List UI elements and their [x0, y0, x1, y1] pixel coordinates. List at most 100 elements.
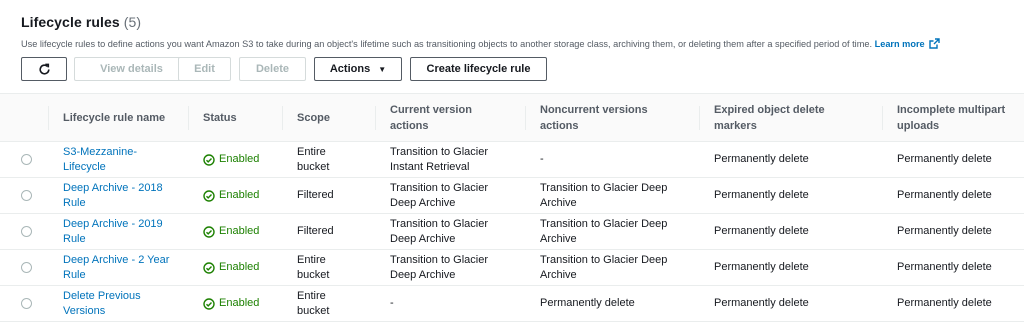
column-header-line: actions — [540, 120, 579, 132]
lifecycle-rules-header: Lifecycle rules (5) Use lifecycle rules … — [21, 14, 1011, 49]
status-text: Enabled — [219, 297, 260, 309]
rule-name-line: Deep Archive - 2 Year — [63, 253, 170, 266]
current-actions-line: Transition to Glacier — [390, 181, 489, 194]
incomplete-uploads-cell: Permanently delete — [897, 189, 992, 201]
rule-name-line: Rule — [63, 268, 86, 281]
refresh-icon — [38, 63, 50, 75]
status-text: Enabled — [219, 261, 260, 273]
row-select-radio[interactable] — [21, 190, 32, 201]
refresh-button[interactable] — [21, 57, 67, 81]
current-actions-line: Transition to Glacier — [390, 145, 489, 158]
rule-name-line: Deep Archive - 2019 — [63, 217, 163, 230]
check-circle-icon — [203, 189, 215, 202]
learn-more-link[interactable]: Learn more — [874, 38, 940, 49]
scope-cell: Entire bucket — [282, 286, 375, 321]
table-row[interactable]: S3-Mezzanine- Lifecycle Enabled Entire buc… — [0, 142, 1024, 178]
table-row[interactable]: Deep Archive - 2018 Rule Enabled Filtered… — [0, 178, 1024, 214]
scope-line: Filtered — [297, 189, 334, 201]
scope-line: Filtered — [297, 225, 334, 237]
noncurrent-actions-cell: Transition to Glacier Deep Archive — [525, 214, 699, 249]
row-select-radio[interactable] — [21, 226, 32, 237]
scope-line: bucket — [297, 160, 330, 173]
column-header-noncurrent-versions-actions[interactable]: Noncurrent versions actions — [525, 94, 699, 142]
noncurrent-actions-line: Transition to Glacier Deep — [540, 217, 668, 230]
column-header-line: Expired object delete — [714, 104, 825, 116]
column-header-line: actions — [390, 120, 429, 132]
scope-line: bucket — [297, 268, 330, 281]
scope-cell: Entire bucket — [282, 142, 375, 177]
table-row[interactable]: Delete Previous Versions Enabled Entire bu… — [0, 286, 1024, 322]
view-details-button[interactable]: View details — [74, 57, 189, 81]
row-select-radio[interactable] — [21, 154, 32, 165]
rule-name-line: Delete Previous — [63, 289, 141, 302]
actions-label: Actions — [329, 63, 371, 75]
current-actions-line: Transition to Glacier — [390, 253, 489, 266]
row-select-radio[interactable] — [21, 298, 32, 309]
column-header-line: Current version — [390, 104, 472, 116]
description-text: Use lifecycle rules to define actions yo… — [21, 39, 873, 49]
noncurrent-actions-line: Archive — [540, 196, 577, 209]
rule-name-line: Versions — [63, 304, 106, 317]
status-cell: Enabled — [188, 250, 282, 285]
rule-name-link[interactable]: S3-Mezzanine- Lifecycle — [48, 142, 188, 177]
scope-line: bucket — [297, 304, 330, 317]
scope-line: Entire — [297, 145, 326, 158]
page-title: Lifecycle rules (5) — [21, 14, 1011, 30]
incomplete-uploads-cell: Permanently delete — [897, 225, 992, 237]
check-circle-icon — [203, 225, 215, 238]
noncurrent-actions-line: Archive — [540, 232, 577, 245]
status-cell: Enabled — [188, 214, 282, 249]
rule-count: (5) — [123, 14, 142, 30]
noncurrent-actions-line: - — [540, 153, 544, 165]
rule-name-link[interactable]: Deep Archive - 2018 Rule — [48, 178, 188, 213]
incomplete-uploads-cell: Permanently delete — [897, 153, 992, 165]
current-actions-line: Transition to Glacier — [390, 217, 489, 230]
row-select-radio[interactable] — [21, 262, 32, 273]
column-header-incomplete-uploads[interactable]: Incomplete multipart uploads — [882, 94, 1024, 142]
rule-name-link[interactable]: Delete Previous Versions — [48, 286, 188, 321]
current-actions-line: Deep Archive — [390, 232, 456, 245]
table-header: Lifecycle rule name Status Scope Current… — [0, 93, 1024, 142]
column-header-line: Incomplete multipart — [897, 104, 1006, 116]
table-row[interactable]: Deep Archive - 2019 Rule Enabled Filtered… — [0, 214, 1024, 250]
incomplete-uploads-cell: Permanently delete — [897, 297, 992, 309]
status-text: Enabled — [219, 225, 260, 237]
scope-line: Entire — [297, 289, 326, 302]
current-actions-cell: Transition to Glacier Instant Retrieval — [375, 142, 525, 177]
status-text: Enabled — [219, 153, 260, 165]
learn-more-label: Learn more — [874, 39, 925, 49]
delete-button[interactable]: Delete — [239, 57, 306, 81]
current-actions-cell: Transition to Glacier Deep Archive — [375, 178, 525, 213]
table-row[interactable]: Deep Archive - 2 Year Rule Enabled Entire… — [0, 250, 1024, 286]
column-header-name[interactable]: Lifecycle rule name — [48, 94, 188, 142]
rule-name-link[interactable]: Deep Archive - 2019 Rule — [48, 214, 188, 249]
rule-name-line: Deep Archive - 2018 — [63, 181, 163, 194]
column-header-expired-markers[interactable]: Expired object delete markers — [699, 94, 882, 142]
column-header-status[interactable]: Status — [188, 94, 282, 142]
actions-dropdown[interactable]: Actions ▼ — [314, 57, 402, 81]
rule-name-link[interactable]: Deep Archive - 2 Year Rule — [48, 250, 188, 285]
current-actions-line: Deep Archive — [390, 196, 456, 209]
column-header-current-version-actions[interactable]: Current version actions — [375, 94, 525, 142]
check-circle-icon — [203, 261, 215, 274]
edit-button[interactable]: Edit — [178, 57, 231, 81]
check-circle-icon — [203, 297, 215, 310]
description: Use lifecycle rules to define actions yo… — [21, 38, 940, 49]
noncurrent-actions-cell: Permanently delete — [525, 286, 699, 321]
status-cell: Enabled — [188, 178, 282, 213]
expired-markers-cell: Permanently delete — [714, 189, 809, 201]
noncurrent-actions-line: Transition to Glacier Deep — [540, 181, 668, 194]
rule-name-line: Lifecycle — [63, 160, 106, 173]
column-header-line: uploads — [897, 120, 940, 132]
status-text: Enabled — [219, 189, 260, 201]
column-header-scope[interactable]: Scope — [282, 94, 375, 142]
current-actions-cell: Transition to Glacier Deep Archive — [375, 214, 525, 249]
noncurrent-actions-line: Permanently delete — [540, 297, 635, 309]
rule-name-line: Rule — [63, 232, 86, 245]
scope-line: Entire — [297, 253, 326, 266]
scope-cell: Filtered — [282, 214, 375, 249]
scope-cell: Filtered — [282, 178, 375, 213]
noncurrent-actions-cell: Transition to Glacier Deep Archive — [525, 178, 699, 213]
create-lifecycle-rule-button[interactable]: Create lifecycle rule — [410, 57, 547, 81]
noncurrent-actions-cell: Transition to Glacier Deep Archive — [525, 250, 699, 285]
